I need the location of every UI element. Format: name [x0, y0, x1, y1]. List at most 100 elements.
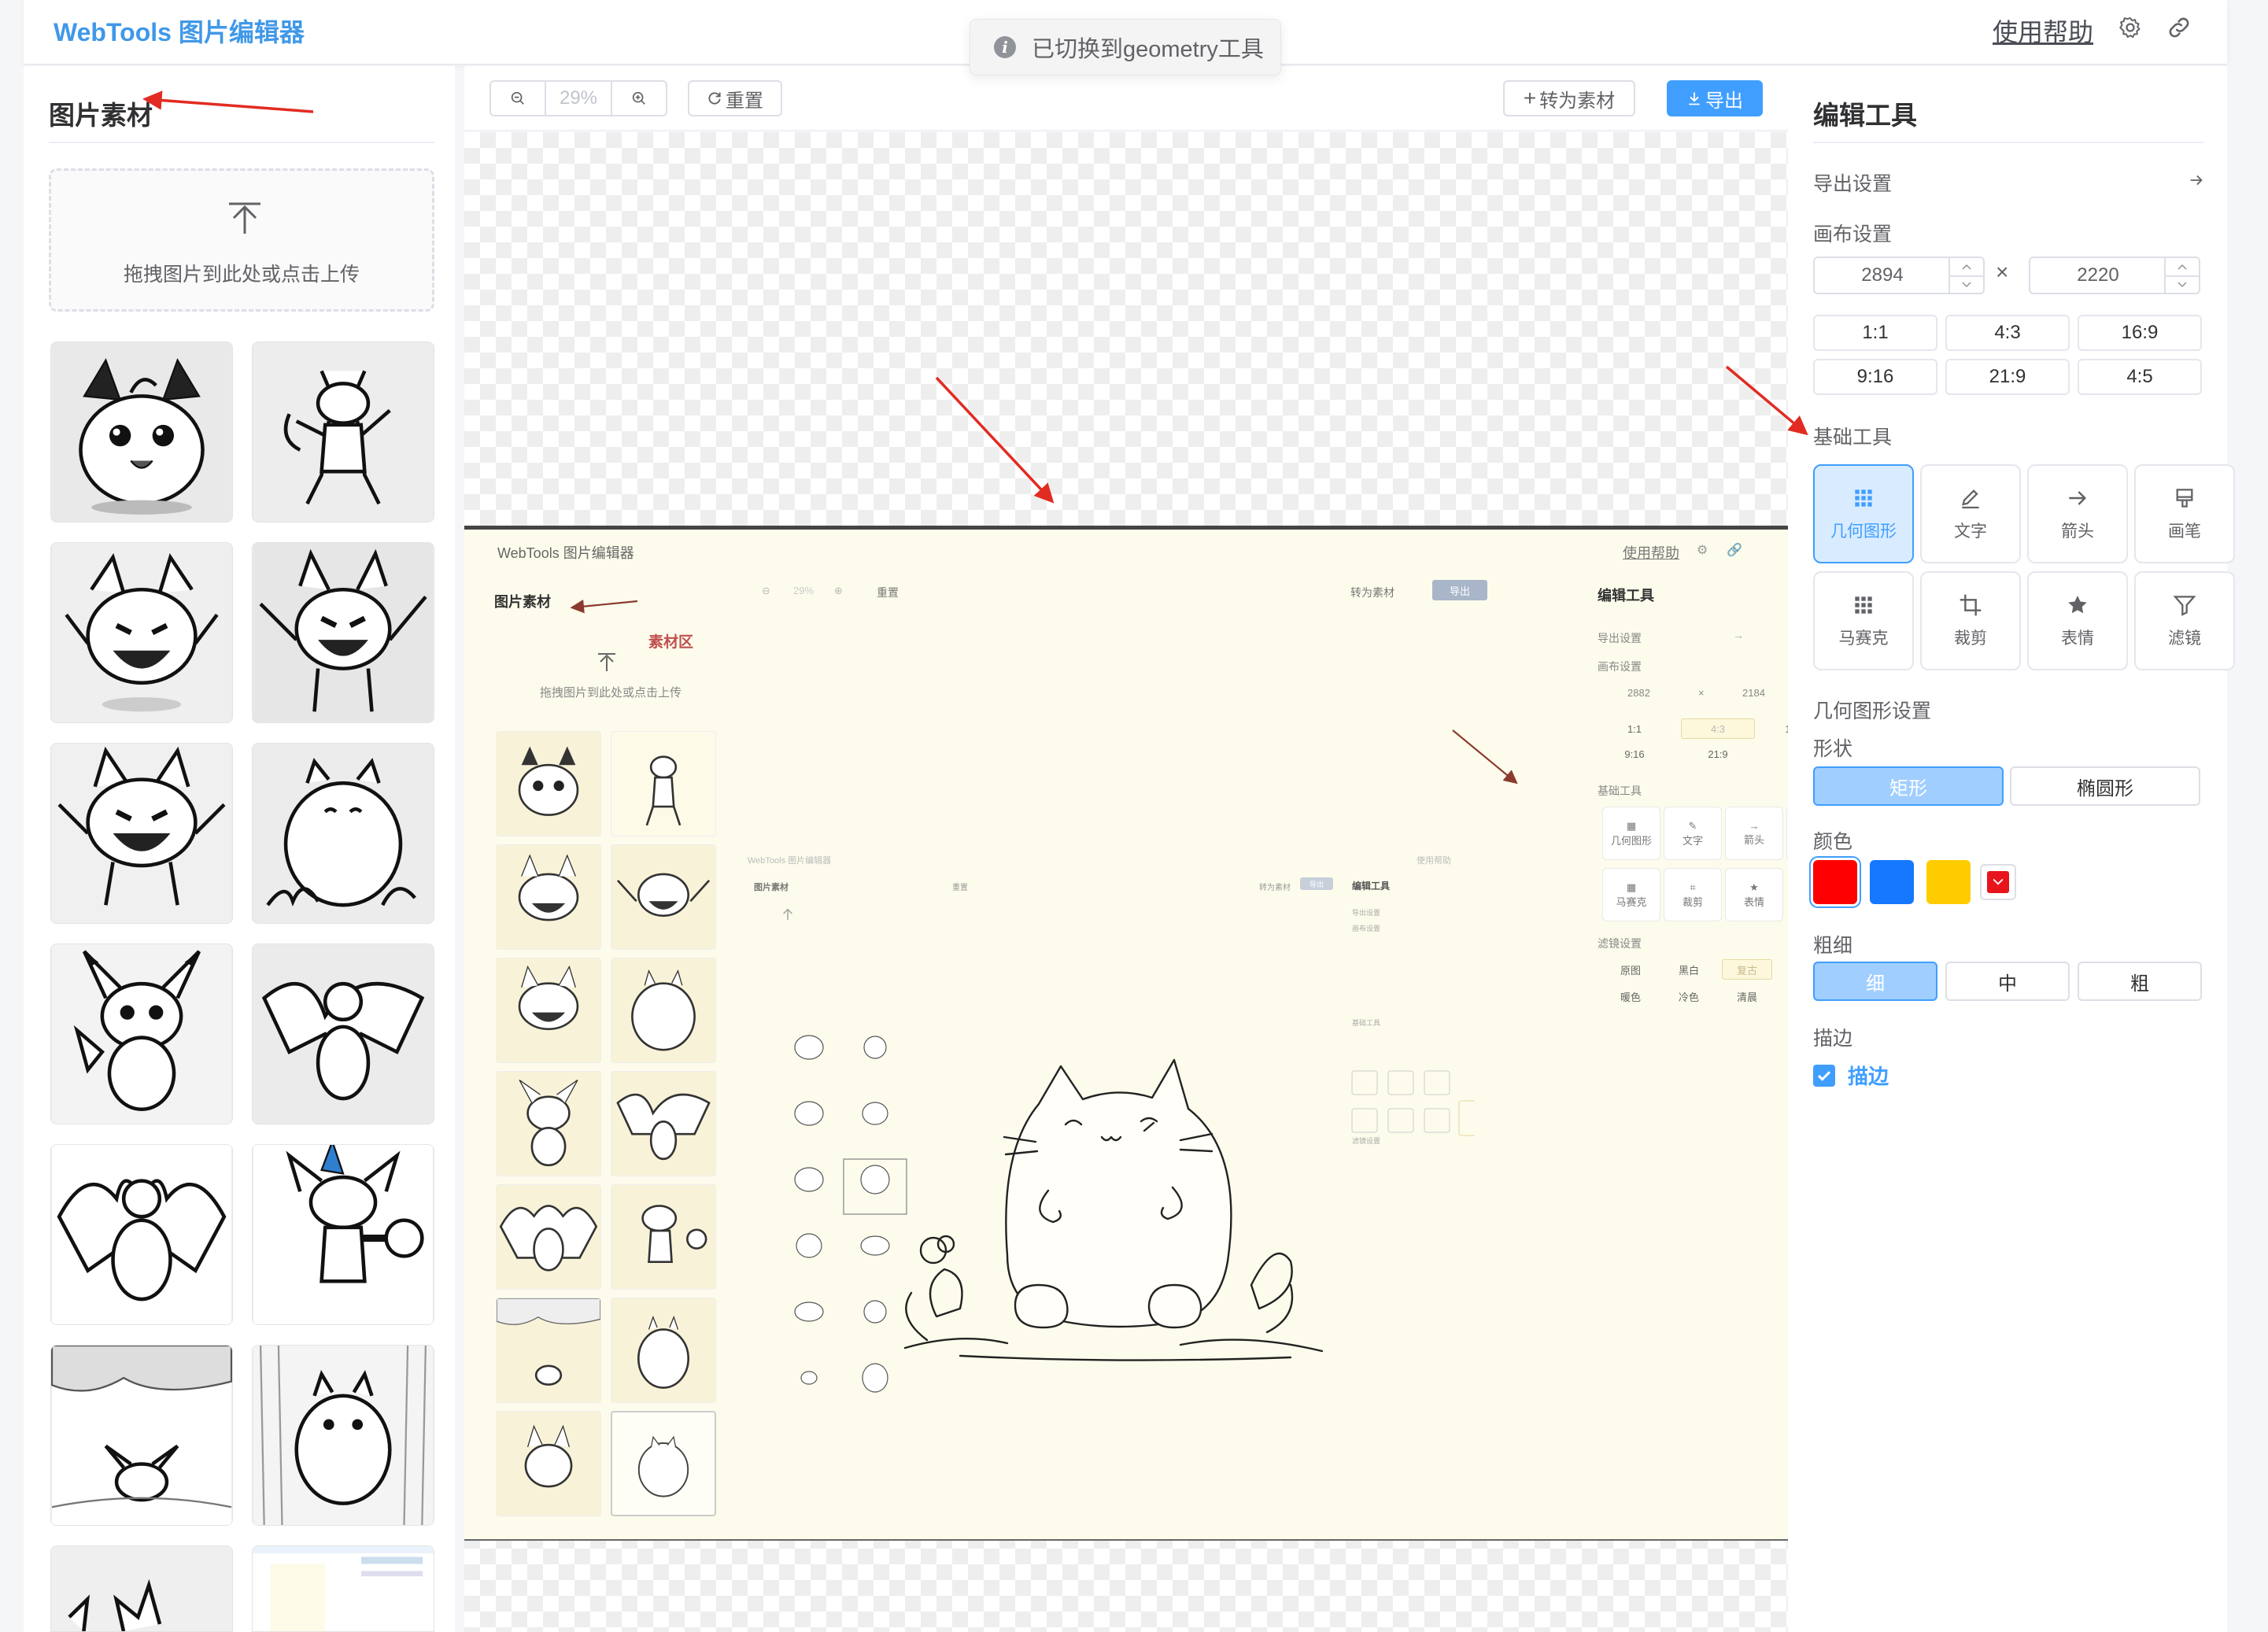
tool-label: 滤镜 — [2168, 630, 2201, 648]
nested2-right-grid — [1341, 923, 1475, 1395]
settings-icon[interactable] — [2117, 14, 2144, 41]
zoom-in-button[interactable] — [612, 82, 666, 115]
nested-crop-icon: ⌗ — [1690, 881, 1696, 893]
nested-thumbnail — [611, 844, 716, 950]
export-settings-label[interactable]: 导出设置 — [1813, 168, 1892, 197]
nested-export: 导出 — [1432, 580, 1487, 600]
link-icon[interactable] — [2166, 14, 2192, 41]
nested-title: WebTools 图片编辑器 — [497, 545, 634, 561]
tool-emoji[interactable]: 表情 — [2027, 571, 2128, 670]
asset-thumbnail[interactable] — [50, 1144, 233, 1325]
nested-settings-icon: ⚙ — [1697, 544, 1708, 557]
chevron-down-icon[interactable] — [2166, 275, 2199, 293]
nested-filter: 冷色 — [1678, 991, 1699, 1003]
canvas-image[interactable]: WebTools 图片编辑器 使用帮助 ⚙ 🔗 图片素材 素材区 拖拽图片到此处… — [464, 526, 1788, 1541]
thickness-thick-button[interactable]: 粗 — [2078, 962, 2202, 1001]
chevron-up-icon[interactable] — [1950, 258, 1983, 275]
arrow-right-icon[interactable] — [2188, 172, 2205, 189]
canvas-width-value[interactable]: 2894 — [1815, 258, 1950, 293]
nested-times: × — [1698, 687, 1705, 699]
tool-filter[interactable]: 滤镜 — [2134, 571, 2235, 670]
nested2-export-settings: 导出设置 — [1352, 909, 1381, 917]
tool-geometry[interactable]: 几何图形 — [1813, 464, 1914, 563]
nested-thumbnail — [611, 958, 716, 1063]
upload-dropzone[interactable]: 拖拽图片到此处或点击上传 — [49, 168, 434, 312]
crop-icon — [1960, 594, 1982, 616]
tool-label: 文字 — [1954, 522, 1987, 541]
nested-ratio: 16:9 — [1766, 718, 1788, 739]
thickness-thin-button[interactable]: 细 — [1813, 962, 1937, 1001]
zoom-control: 29% — [489, 80, 667, 116]
asset-thumbnail[interactable] — [252, 1144, 434, 1325]
nested-to-asset: 转为素材 — [1350, 586, 1394, 599]
canvas-height-input[interactable]: 2220 — [2029, 257, 2200, 294]
asset-thumbnail[interactable] — [50, 1545, 233, 1632]
ratio-9-16-button[interactable]: 9:16 — [1813, 359, 1937, 395]
color-blue-swatch[interactable] — [1870, 860, 1914, 904]
app-title[interactable]: WebTools 图片编辑器 — [54, 13, 305, 49]
color-picker[interactable] — [1980, 864, 2016, 900]
ratio-1-1-button[interactable]: 1:1 — [1813, 315, 1937, 351]
ratio-16-9-button[interactable]: 16:9 — [2078, 315, 2202, 351]
asset-thumbnail[interactable] — [252, 743, 434, 924]
nested-thumbnail — [496, 844, 601, 950]
canvas-height-value[interactable]: 2220 — [2030, 258, 2166, 293]
basic-tools-label: 基础工具 — [1813, 426, 1893, 449]
height-stepper[interactable] — [2164, 258, 2199, 293]
stroke-checkbox[interactable] — [1813, 1065, 1835, 1087]
chevron-down-icon[interactable] — [1950, 275, 1983, 293]
canvas-cat-drawing — [881, 1049, 1354, 1379]
thickness-medium-button[interactable]: 中 — [1945, 962, 2070, 1001]
width-stepper[interactable] — [1948, 258, 1983, 293]
shape-rectangle-button[interactable]: 矩形 — [1813, 766, 2004, 806]
reset-button[interactable]: 重置 — [688, 80, 782, 116]
stroke-option-label[interactable]: 描边 — [1848, 1061, 1889, 1090]
chevron-up-icon[interactable] — [2166, 258, 2199, 275]
asset-thumbnail[interactable] — [50, 743, 233, 924]
asset-thumbnail[interactable] — [50, 342, 233, 522]
nested-upload-text: 拖拽图片到此处或点击上传 — [540, 686, 682, 700]
tool-arrow[interactable]: 箭头 — [2027, 464, 2128, 563]
asset-thumbnail[interactable] — [50, 542, 233, 723]
to-asset-button[interactable]: + 转为素材 — [1503, 80, 1635, 116]
color-yellow-swatch[interactable] — [1926, 860, 1971, 904]
nested-export-settings: 导出设置 — [1598, 632, 1642, 644]
nested-ratio: 9:16 — [1624, 748, 1645, 760]
download-icon — [1689, 92, 1700, 105]
export-button[interactable]: 导出 — [1667, 80, 1763, 116]
nested-arrow-icon: → — [1749, 820, 1760, 832]
nested2-upload-icon — [781, 907, 795, 921]
plus-icon: + — [1523, 86, 1537, 110]
nested2-export: 导出 — [1300, 877, 1333, 890]
color-red-swatch[interactable] — [1813, 860, 1857, 904]
asset-thumbnail[interactable] — [50, 1345, 233, 1526]
shape-ellipse-button[interactable]: 椭圆形 — [2010, 766, 2200, 806]
help-link[interactable]: 使用帮助 — [1993, 13, 2093, 49]
nested-thumbnail — [611, 1184, 716, 1290]
tool-mosaic[interactable]: 马赛克 — [1813, 571, 1914, 670]
upload-icon — [224, 199, 265, 240]
nested-tool: ▦ 几何图形 — [1602, 807, 1660, 860]
asset-thumbnail[interactable] — [252, 1545, 434, 1632]
asset-thumbnail[interactable] — [252, 1345, 434, 1526]
nested-thumbnail — [611, 1071, 716, 1176]
tool-label: 画笔 — [2168, 522, 2201, 541]
tool-brush[interactable]: 画笔 — [2134, 464, 2235, 563]
zoom-out-button[interactable] — [491, 82, 545, 115]
asset-thumbnail[interactable] — [252, 943, 434, 1124]
filter-icon — [2173, 596, 2196, 616]
ratio-4-3-button[interactable]: 4:3 — [1945, 315, 2070, 351]
nested-filter: 复古 — [1722, 959, 1772, 980]
asset-thumbnail[interactable] — [50, 943, 233, 1124]
canvas-width-input[interactable]: 2894 — [1813, 257, 1985, 294]
grid-icon — [1855, 489, 1872, 507]
thickness-label: 粗细 — [1813, 935, 1853, 957]
ratio-4-5-button[interactable]: 4:5 — [2078, 359, 2202, 395]
tools-panel: 编辑工具 导出设置 画布设置 2894 × 2220 1:1 4:3 16:9 … — [1788, 66, 2235, 1632]
asset-thumbnail[interactable] — [252, 542, 434, 723]
tool-text[interactable]: 文字 — [1920, 464, 2021, 563]
nested2-tools-title: 编辑工具 — [1352, 881, 1391, 892]
tool-crop[interactable]: 裁剪 — [1920, 571, 2021, 670]
ratio-21-9-button[interactable]: 21:9 — [1945, 359, 2070, 395]
asset-thumbnail[interactable] — [252, 342, 434, 522]
